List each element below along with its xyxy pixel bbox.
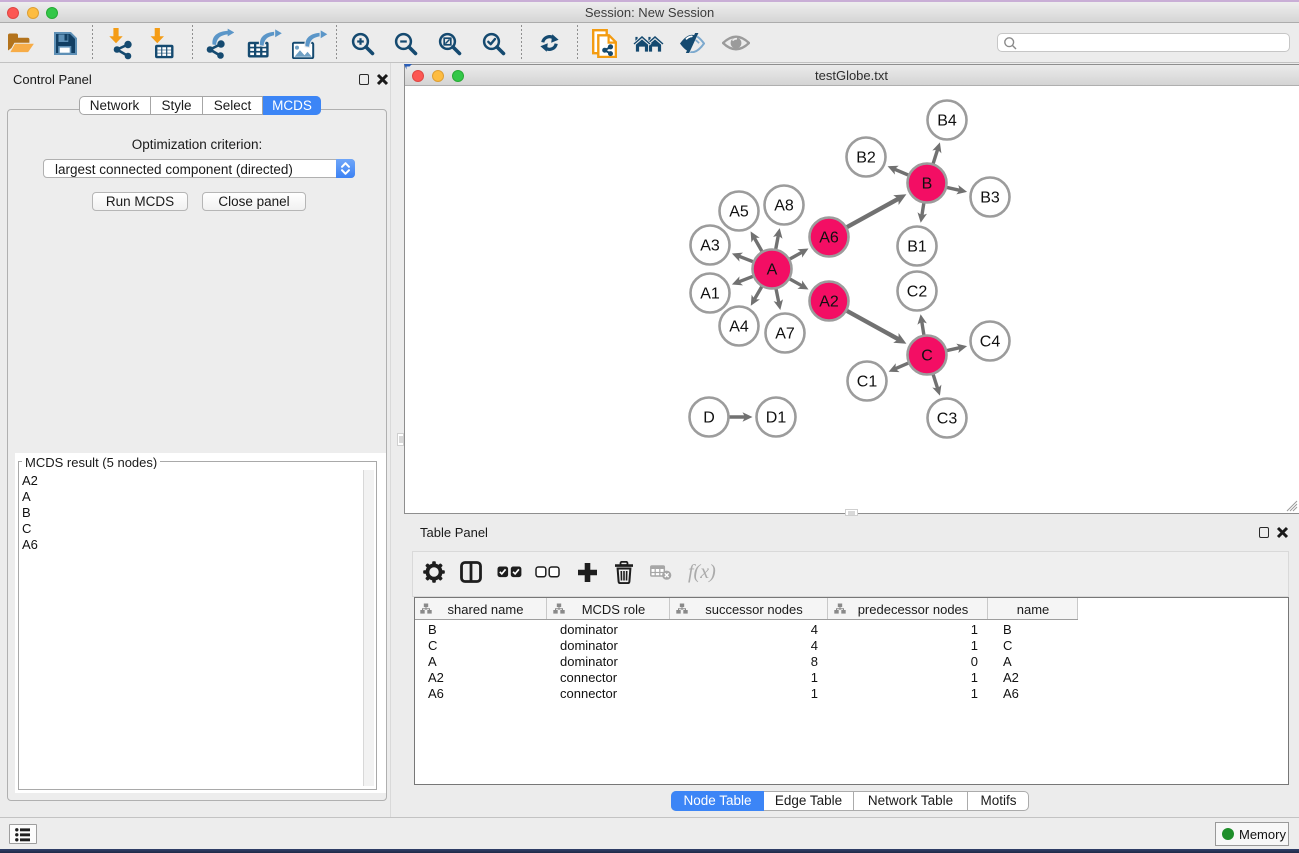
svg-text:C3: C3 <box>937 411 958 428</box>
svg-text:A3: A3 <box>700 238 720 255</box>
svg-text:B1: B1 <box>907 239 927 256</box>
svg-text:A7: A7 <box>775 326 795 343</box>
svg-text:C: C <box>921 348 933 365</box>
svg-text:A6: A6 <box>819 230 839 247</box>
svg-text:B2: B2 <box>856 150 876 167</box>
svg-text:A2: A2 <box>819 294 839 311</box>
svg-text:A: A <box>767 262 778 279</box>
svg-text:A1: A1 <box>700 286 720 303</box>
svg-text:B4: B4 <box>937 113 957 130</box>
svg-text:D: D <box>703 410 715 427</box>
svg-text:C2: C2 <box>907 284 928 301</box>
svg-text:C1: C1 <box>857 374 878 391</box>
svg-text:C4: C4 <box>980 334 1001 351</box>
svg-text:D1: D1 <box>766 410 787 427</box>
svg-text:A8: A8 <box>774 198 794 215</box>
svg-text:B3: B3 <box>980 190 1000 207</box>
svg-text:A5: A5 <box>729 204 749 221</box>
svg-text:A4: A4 <box>729 319 749 336</box>
svg-text:B: B <box>922 176 933 193</box>
